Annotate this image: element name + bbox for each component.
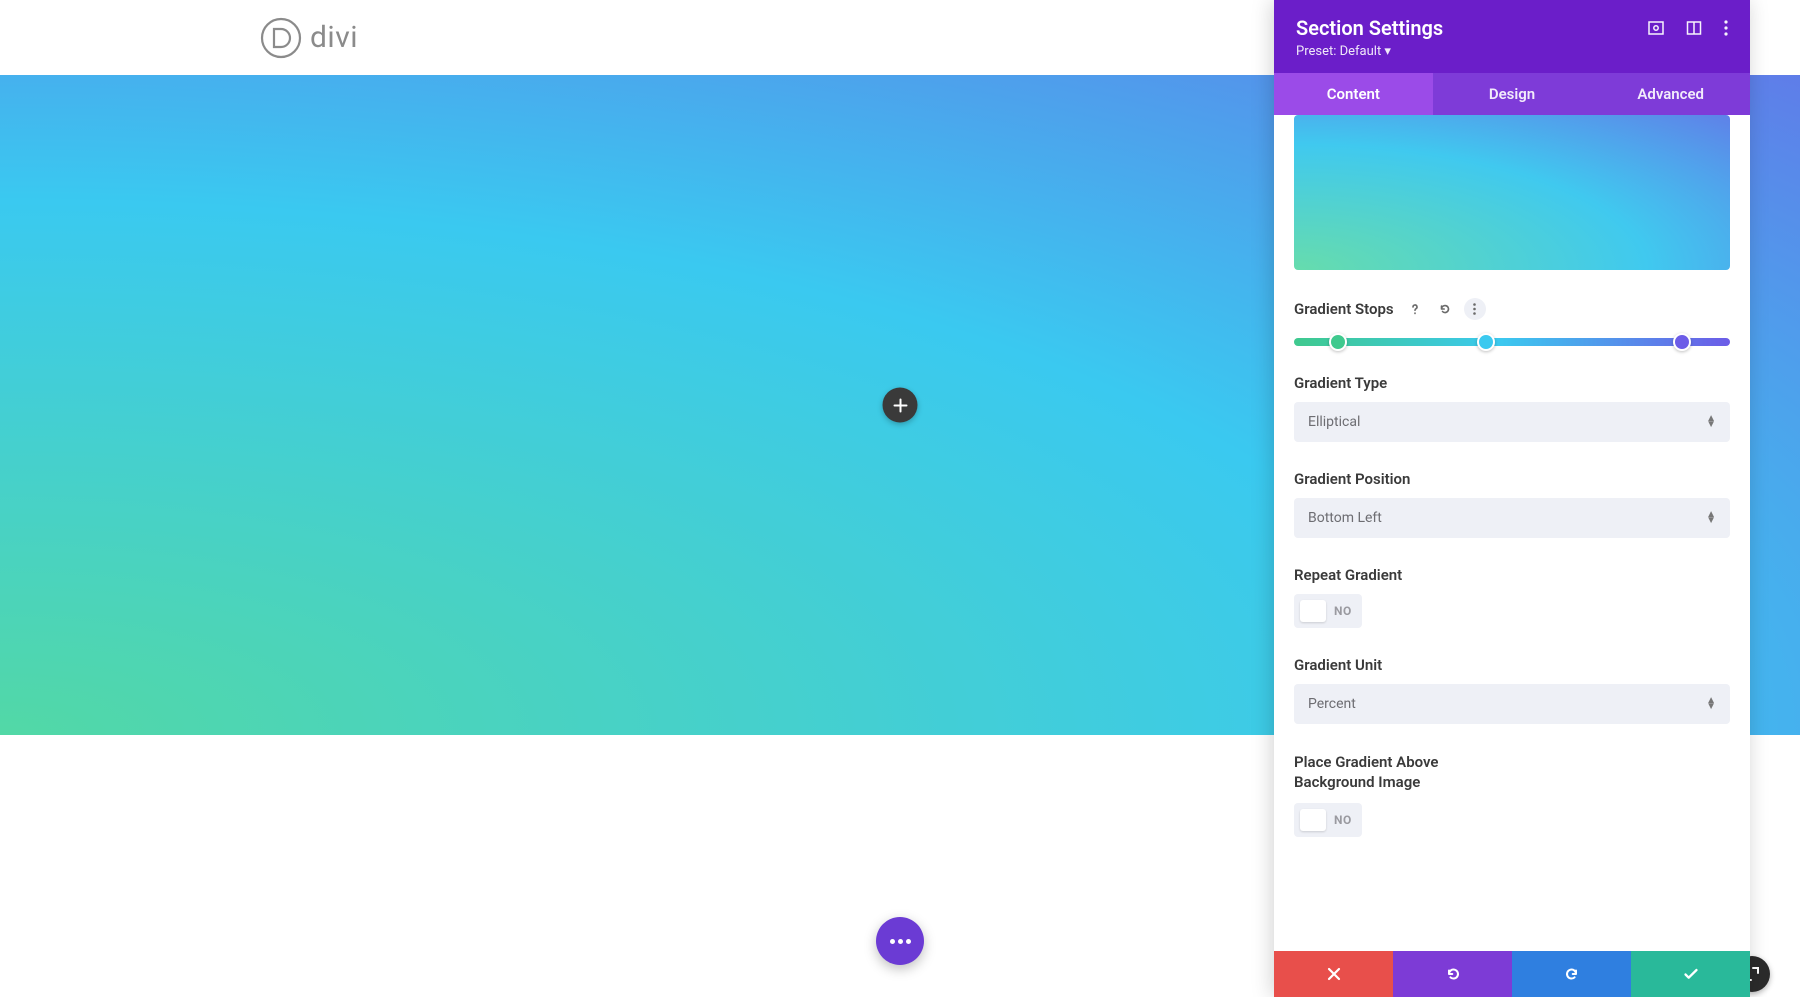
panel-footer [1274, 951, 1750, 997]
place-above-value: NO [1334, 813, 1352, 827]
panel-menu-button[interactable] [1724, 20, 1728, 36]
gradient-stop-handle-1[interactable] [1329, 333, 1347, 351]
select-arrows-icon: ▲▼ [1706, 698, 1716, 710]
undo-button[interactable] [1393, 951, 1512, 997]
select-arrows-icon: ▲▼ [1706, 512, 1716, 524]
undo-icon [1444, 965, 1462, 983]
gradient-unit-label: Gradient Unit [1294, 656, 1730, 674]
layout-columns-button[interactable] [1686, 20, 1702, 36]
save-button[interactable] [1631, 951, 1750, 997]
check-icon [1682, 965, 1700, 983]
settings-panel: Section Settings Preset: Default ▾ Conte… [1274, 0, 1750, 997]
gradient-unit-value: Percent [1308, 696, 1356, 712]
redo-icon [1563, 965, 1581, 983]
tab-advanced[interactable]: Advanced [1591, 73, 1750, 115]
plus-icon [893, 398, 907, 412]
responsive-view-button[interactable] [1648, 20, 1664, 36]
panel-title: Section Settings [1296, 16, 1443, 40]
place-above-toggle[interactable]: NO [1294, 803, 1362, 837]
brand-logo: divi [260, 17, 358, 59]
divi-logo-icon [260, 17, 302, 59]
redo-button[interactable] [1512, 951, 1631, 997]
gradient-type-select[interactable]: Elliptical ▲▼ [1294, 402, 1730, 442]
reset-button[interactable] [1434, 298, 1456, 320]
reset-icon [1438, 302, 1452, 316]
viewport-icon [1648, 20, 1664, 36]
toggle-knob [1300, 809, 1326, 831]
field-gradient-position: Gradient Position Bottom Left ▲▼ [1294, 470, 1730, 538]
gradient-type-label: Gradient Type [1294, 374, 1730, 392]
tab-design[interactable]: Design [1433, 73, 1592, 115]
gradient-stops-label: Gradient Stops [1294, 300, 1394, 318]
field-gradient-stops: Gradient Stops [1294, 298, 1730, 346]
stops-menu-button[interactable] [1464, 298, 1486, 320]
panel-body[interactable]: Gradient Stops [1274, 115, 1750, 951]
field-gradient-unit: Gradient Unit Percent ▲▼ [1294, 656, 1730, 724]
repeat-gradient-value: NO [1334, 604, 1352, 618]
gradient-preview [1294, 115, 1730, 270]
viewport: divi Section Settings Preset: Default ▾ [0, 0, 1800, 997]
field-place-above: Place Gradient Above Background Image NO [1294, 752, 1730, 837]
close-icon [1326, 966, 1342, 982]
field-repeat-gradient: Repeat Gradient NO [1294, 566, 1730, 628]
gradient-position-select[interactable]: Bottom Left ▲▼ [1294, 498, 1730, 538]
preset-dropdown[interactable]: Preset: Default ▾ [1296, 44, 1443, 59]
page-actions-fab[interactable] [876, 917, 924, 965]
panel-tabs: Content Design Advanced [1274, 73, 1750, 115]
select-arrows-icon: ▲▼ [1706, 416, 1716, 428]
kebab-icon [1473, 303, 1476, 315]
place-above-label: Place Gradient Above Background Image [1294, 752, 1494, 793]
gradient-position-label: Gradient Position [1294, 470, 1730, 488]
brand-name: divi [310, 20, 358, 55]
field-gradient-type: Gradient Type Elliptical ▲▼ [1294, 374, 1730, 442]
help-button[interactable] [1404, 298, 1426, 320]
gradient-position-value: Bottom Left [1308, 510, 1382, 526]
close-button[interactable] [1274, 951, 1393, 997]
toggle-knob [1300, 600, 1326, 622]
repeat-gradient-label: Repeat Gradient [1294, 566, 1730, 584]
tab-content[interactable]: Content [1274, 73, 1433, 115]
gradient-stops-bar[interactable] [1294, 338, 1730, 346]
panel-header: Section Settings Preset: Default ▾ [1274, 0, 1750, 73]
gradient-stop-handle-3[interactable] [1673, 333, 1691, 351]
gradient-stop-handle-2[interactable] [1477, 333, 1495, 351]
columns-icon [1686, 20, 1702, 36]
add-module-button[interactable] [883, 388, 918, 423]
gradient-unit-select[interactable]: Percent ▲▼ [1294, 684, 1730, 724]
help-icon [1408, 302, 1422, 316]
gradient-type-value: Elliptical [1308, 414, 1360, 430]
kebab-icon [1724, 20, 1728, 36]
repeat-gradient-toggle[interactable]: NO [1294, 594, 1362, 628]
